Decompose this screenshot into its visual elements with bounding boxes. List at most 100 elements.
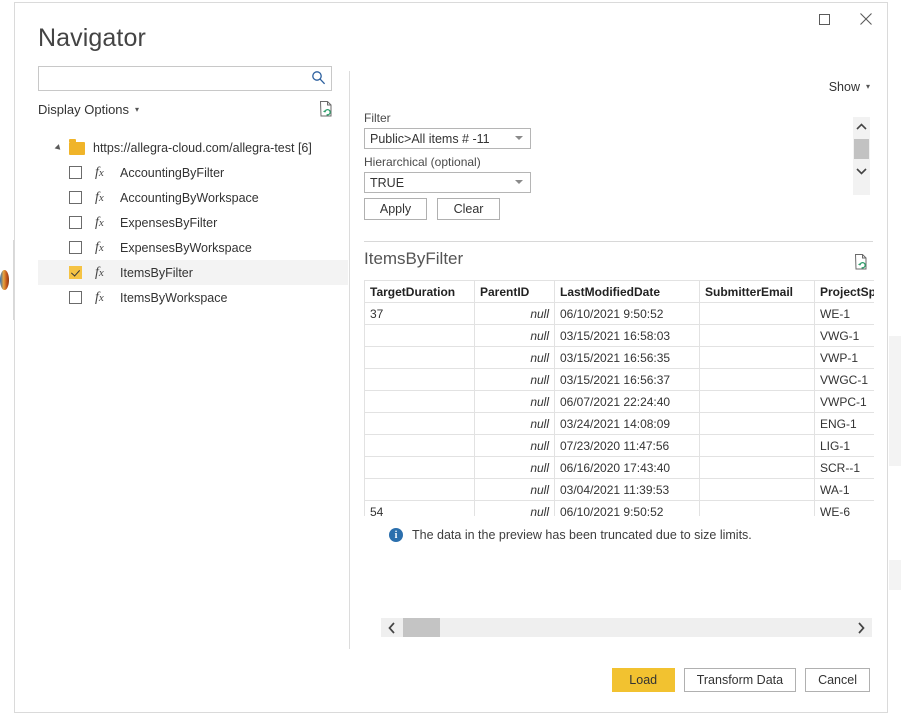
scrollbar-thumb[interactable] bbox=[854, 139, 869, 159]
tree-item-checkbox[interactable] bbox=[69, 266, 82, 279]
column-header-targetduration[interactable]: TargetDuration bbox=[365, 281, 475, 303]
search-input[interactable] bbox=[39, 67, 307, 90]
column-header-submitteremail[interactable]: SubmitterEmail bbox=[700, 281, 815, 303]
table-row[interactable]: 54 null 06/10/2021 9:50:52 WE-6 bbox=[365, 501, 875, 517]
tree-item-itemsbyworkspace[interactable]: fx ItemsByWorkspace bbox=[38, 285, 348, 310]
table-row[interactable]: 37 null 06/10/2021 9:50:52 WE-1 bbox=[365, 303, 875, 325]
parameters-vertical-scrollbar[interactable] bbox=[853, 117, 870, 195]
column-header-parentid[interactable]: ParentID bbox=[475, 281, 555, 303]
cell-submitteremail bbox=[700, 479, 815, 501]
tree-item-expensesbyworkspace[interactable]: fx ExpensesByWorkspace bbox=[38, 235, 348, 260]
table-row[interactable]: null 03/15/2021 16:58:03 VWG-1 bbox=[365, 325, 875, 347]
chevron-up-icon bbox=[856, 123, 867, 131]
apply-button[interactable]: Apply bbox=[364, 198, 427, 220]
tree-item-label: ItemsByFilter bbox=[120, 266, 193, 280]
scroll-up-button[interactable] bbox=[856, 117, 867, 137]
cell-targetduration bbox=[365, 369, 475, 391]
cancel-button[interactable]: Cancel bbox=[805, 668, 870, 692]
chevron-down-icon: ▾ bbox=[135, 105, 139, 114]
column-header-projectspe[interactable]: ProjectSpe bbox=[815, 281, 875, 303]
cell-lastmodifieddate: 03/24/2021 14:08:09 bbox=[555, 413, 700, 435]
scrollbar-thumb[interactable] bbox=[403, 618, 440, 637]
tree-root-node[interactable]: https://allegra-cloud.com/allegra-test [… bbox=[38, 136, 348, 160]
tree-item-accountingbyfilter[interactable]: fx AccountingByFilter bbox=[38, 160, 348, 185]
table-row[interactable]: null 07/23/2020 11:47:56 LIG-1 bbox=[365, 435, 875, 457]
background-panel-right bbox=[889, 336, 901, 466]
tree-item-label: ExpensesByWorkspace bbox=[120, 241, 252, 255]
search-icon bbox=[311, 70, 326, 90]
cell-lastmodifieddate: 06/10/2021 9:50:52 bbox=[555, 501, 700, 517]
table-row[interactable]: null 03/15/2021 16:56:37 VWGC-1 bbox=[365, 369, 875, 391]
tree-root-label: https://allegra-cloud.com/allegra-test [… bbox=[93, 141, 312, 155]
preview-divider bbox=[364, 241, 873, 242]
dialog-footer: Load Transform Data Cancel bbox=[612, 668, 870, 692]
cell-parentid: null bbox=[475, 325, 555, 347]
filter-dropdown[interactable]: Public>All items # -11 bbox=[364, 128, 531, 149]
show-dropdown[interactable]: Show▾ bbox=[829, 80, 870, 94]
scroll-right-button[interactable] bbox=[850, 622, 872, 634]
tree-item-checkbox[interactable] bbox=[69, 291, 82, 304]
cell-lastmodifieddate: 03/15/2021 16:56:37 bbox=[555, 369, 700, 391]
display-options-button[interactable]: Display Options ▾ bbox=[38, 102, 139, 117]
cell-targetduration: 54 bbox=[365, 501, 475, 517]
cell-lastmodifieddate: 06/16/2020 17:43:40 bbox=[555, 457, 700, 479]
cell-targetduration bbox=[365, 325, 475, 347]
table-row[interactable]: null 06/16/2020 17:43:40 SCR--1 bbox=[365, 457, 875, 479]
transform-data-button[interactable]: Transform Data bbox=[684, 668, 796, 692]
background-panel-right-lower bbox=[889, 560, 901, 590]
cell-lastmodifieddate: 06/10/2021 9:50:52 bbox=[555, 303, 700, 325]
document-refresh-icon[interactable] bbox=[318, 100, 334, 123]
preview-title: ItemsByFilter bbox=[364, 249, 463, 269]
cell-parentid: null bbox=[475, 369, 555, 391]
cell-targetduration bbox=[365, 457, 475, 479]
display-options-label: Display Options bbox=[38, 102, 129, 117]
column-header-lastmodifieddate[interactable]: LastModifiedDate bbox=[555, 281, 700, 303]
chevron-down-icon bbox=[856, 167, 867, 175]
maximize-button[interactable] bbox=[803, 3, 845, 35]
tree-item-checkbox[interactable] bbox=[69, 166, 82, 179]
close-button[interactable] bbox=[845, 3, 887, 35]
tree-item-itemsbyfilter[interactable]: fx ItemsByFilter bbox=[38, 260, 348, 285]
load-button[interactable]: Load bbox=[612, 668, 675, 692]
cell-parentid: null bbox=[475, 479, 555, 501]
cell-projectspe: VWG-1 bbox=[815, 325, 875, 347]
cell-targetduration bbox=[365, 479, 475, 501]
tree-item-label: ExpensesByFilter bbox=[120, 216, 217, 230]
truncation-info-bar: i The data in the preview has been trunc… bbox=[389, 528, 752, 542]
cell-targetduration bbox=[365, 391, 475, 413]
tree-item-accountingbyworkspace[interactable]: fx AccountingByWorkspace bbox=[38, 185, 348, 210]
tree-item-checkbox[interactable] bbox=[69, 191, 82, 204]
tree-item-label: ItemsByWorkspace bbox=[120, 291, 227, 305]
tree-item-expensesbyfilter[interactable]: fx ExpensesByFilter bbox=[38, 210, 348, 235]
hierarchical-dropdown[interactable]: TRUE bbox=[364, 172, 531, 193]
scroll-down-button[interactable] bbox=[856, 161, 867, 181]
cell-parentid: null bbox=[475, 347, 555, 369]
cell-submitteremail bbox=[700, 325, 815, 347]
preview-document-refresh-icon[interactable] bbox=[853, 253, 869, 276]
table-row[interactable]: null 03/04/2021 11:39:53 WA-1 bbox=[365, 479, 875, 501]
chevron-right-icon bbox=[857, 622, 865, 634]
source-tree: https://allegra-cloud.com/allegra-test [… bbox=[38, 136, 348, 310]
filter-parameter: Filter Public>All items # -11 bbox=[364, 111, 531, 149]
table-row[interactable]: null 06/07/2021 22:24:40 VWPC-1 bbox=[365, 391, 875, 413]
search-box[interactable] bbox=[38, 66, 332, 91]
tree-item-checkbox[interactable] bbox=[69, 241, 82, 254]
function-icon: fx bbox=[95, 240, 110, 256]
table-row[interactable]: null 03/24/2021 14:08:09 ENG-1 bbox=[365, 413, 875, 435]
cell-submitteremail bbox=[700, 303, 815, 325]
tree-item-checkbox[interactable] bbox=[69, 216, 82, 229]
preview-table-container[interactable]: TargetDuration ParentID LastModifiedDate… bbox=[364, 280, 874, 516]
cell-parentid: null bbox=[475, 435, 555, 457]
cell-projectspe: VWP-1 bbox=[815, 347, 875, 369]
clear-button[interactable]: Clear bbox=[437, 198, 500, 220]
scroll-left-button[interactable] bbox=[381, 622, 403, 634]
cell-projectspe: WE-1 bbox=[815, 303, 875, 325]
cell-submitteremail bbox=[700, 501, 815, 517]
cell-parentid: null bbox=[475, 501, 555, 517]
navigator-dialog: Navigator Display Options ▾ bbox=[14, 2, 888, 713]
page-title: Navigator bbox=[38, 24, 146, 53]
table-row[interactable]: null 03/15/2021 16:56:35 VWP-1 bbox=[365, 347, 875, 369]
cell-submitteremail bbox=[700, 413, 815, 435]
expand-arrow-icon[interactable] bbox=[55, 144, 63, 152]
preview-horizontal-scrollbar[interactable] bbox=[381, 618, 872, 637]
